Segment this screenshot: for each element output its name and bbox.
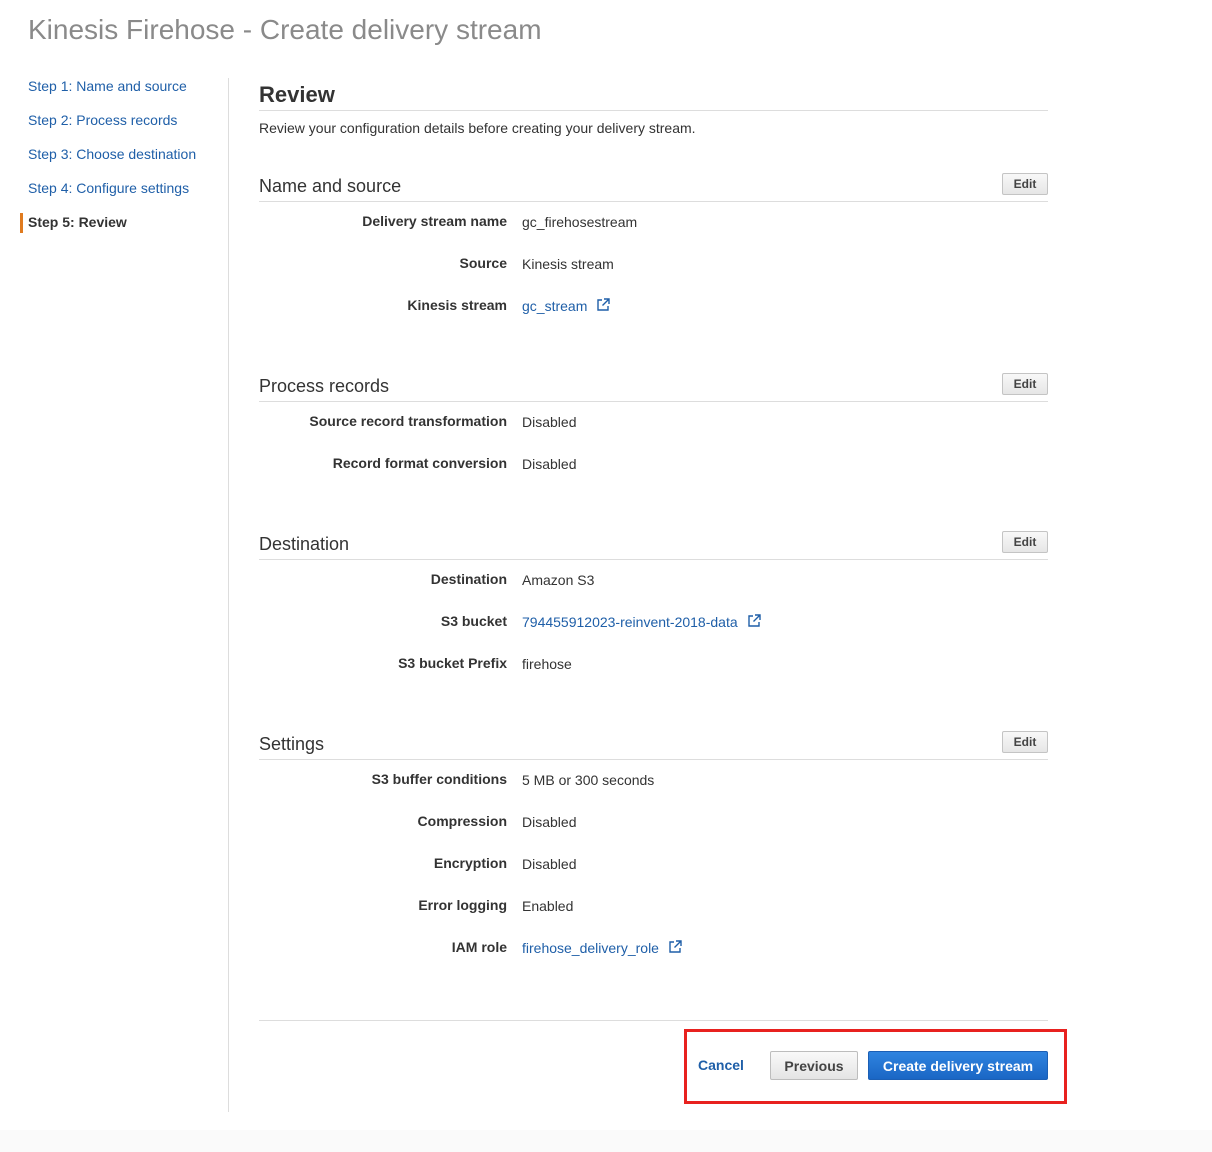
edit-name-and-source-button[interactable]: Edit — [1002, 173, 1048, 195]
source-record-transformation-value: Disabled — [522, 414, 577, 430]
section-title: Process records — [259, 376, 390, 396]
step-5-review-current: Step 5: Review — [20, 206, 228, 240]
iam-role-link[interactable]: firehose_delivery_role — [522, 940, 659, 956]
page-bottom-edge — [0, 1130, 1212, 1152]
s3-buffer-conditions-label: S3 buffer conditions — [371, 771, 507, 787]
kinesis-stream-label: Kinesis stream — [407, 297, 507, 313]
compression-label: Compression — [417, 813, 507, 829]
footer-divider — [259, 1020, 1048, 1021]
detail-row: Kinesis stream gc_stream — [259, 286, 1048, 328]
step-1-name-and-source[interactable]: Step 1: Name and source — [28, 70, 228, 104]
s3-bucket-prefix-value: firehose — [522, 656, 572, 672]
compression-value: Disabled — [522, 814, 577, 830]
step-2-process-records[interactable]: Step 2: Process records — [28, 104, 228, 138]
sidebar-divider — [228, 78, 229, 1112]
detail-row: S3 bucket Prefix firehose — [259, 644, 1048, 686]
cancel-button[interactable]: Cancel — [698, 1057, 744, 1073]
section-header: Destination Edit — [259, 531, 1048, 560]
external-link-icon[interactable] — [596, 298, 610, 312]
section-process-records: Process records Edit Source record trans… — [259, 373, 1048, 486]
source-label: Source — [459, 255, 507, 271]
delivery-stream-name-value: gc_firehosestream — [522, 214, 638, 230]
page-title: Kinesis Firehose - Create delivery strea… — [28, 14, 542, 45]
edit-destination-button[interactable]: Edit — [1002, 531, 1048, 553]
wizard-steps-sidebar: Step 1: Name and source Step 2: Process … — [0, 70, 228, 240]
encryption-value: Disabled — [522, 856, 577, 872]
s3-bucket-label: S3 bucket — [440, 613, 507, 629]
detail-row: Delivery stream name gc_firehosestream — [259, 202, 1048, 244]
encryption-label: Encryption — [433, 855, 507, 871]
review-description: Review your configuration details before… — [259, 120, 696, 136]
detail-row: Error logging Enabled — [259, 886, 1048, 928]
destination-value: Amazon S3 — [522, 572, 595, 588]
step-3-choose-destination[interactable]: Step 3: Choose destination — [28, 138, 228, 172]
s3-bucket-prefix-label: S3 bucket Prefix — [398, 655, 507, 671]
detail-row: Encryption Disabled — [259, 844, 1048, 886]
section-header: Settings Edit — [259, 731, 1048, 760]
s3-buffer-conditions-value: 5 MB or 300 seconds — [522, 772, 655, 788]
section-title: Settings — [259, 734, 325, 754]
source-value: Kinesis stream — [522, 256, 614, 272]
detail-row: Source Kinesis stream — [259, 244, 1048, 286]
edit-process-records-button[interactable]: Edit — [1002, 373, 1048, 395]
section-settings: Settings Edit S3 buffer conditions 5 MB … — [259, 731, 1048, 970]
external-link-icon[interactable] — [668, 940, 682, 954]
record-format-conversion-value: Disabled — [522, 456, 577, 472]
page: Kinesis Firehose - Create delivery strea… — [0, 0, 1212, 1152]
detail-row: S3 buffer conditions 5 MB or 300 seconds — [259, 760, 1048, 802]
step-4-configure-settings[interactable]: Step 4: Configure settings — [28, 172, 228, 206]
section-header: Process records Edit — [259, 373, 1048, 402]
create-delivery-stream-button[interactable]: Create delivery stream — [868, 1051, 1048, 1080]
section-title: Name and source — [259, 176, 402, 196]
detail-row: Record format conversion Disabled — [259, 444, 1048, 486]
detail-row: Compression Disabled — [259, 802, 1048, 844]
kinesis-stream-value: gc_stream — [522, 298, 610, 314]
section-header: Name and source Edit — [259, 173, 1048, 202]
detail-row: Source record transformation Disabled — [259, 402, 1048, 444]
section-destination: Destination Edit Destination Amazon S3 S… — [259, 531, 1048, 686]
error-logging-label: Error logging — [418, 897, 507, 913]
s3-bucket-value: 794455912023-reinvent-2018-data — [522, 614, 761, 630]
previous-button[interactable]: Previous — [770, 1051, 858, 1080]
error-logging-value: Enabled — [522, 898, 574, 914]
section-title: Destination — [259, 534, 350, 554]
detail-row: IAM role firehose_delivery_role — [259, 928, 1048, 970]
review-heading: Review — [259, 78, 1048, 111]
s3-bucket-link[interactable]: 794455912023-reinvent-2018-data — [522, 614, 738, 630]
edit-settings-button[interactable]: Edit — [1002, 731, 1048, 753]
delivery-stream-name-label: Delivery stream name — [362, 213, 507, 229]
section-name-and-source: Name and source Edit Delivery stream nam… — [259, 173, 1048, 328]
destination-label: Destination — [430, 571, 507, 587]
review-panel: Review Review your configuration details… — [259, 78, 1048, 1021]
kinesis-stream-link[interactable]: gc_stream — [522, 298, 587, 314]
detail-row: S3 bucket 794455912023-reinvent-2018-dat… — [259, 602, 1048, 644]
record-format-conversion-label: Record format conversion — [332, 455, 507, 471]
detail-row: Destination Amazon S3 — [259, 560, 1048, 602]
external-link-icon[interactable] — [747, 614, 761, 628]
iam-role-value: firehose_delivery_role — [522, 940, 682, 956]
iam-role-label: IAM role — [451, 939, 507, 955]
source-record-transformation-label: Source record transformation — [309, 413, 507, 429]
